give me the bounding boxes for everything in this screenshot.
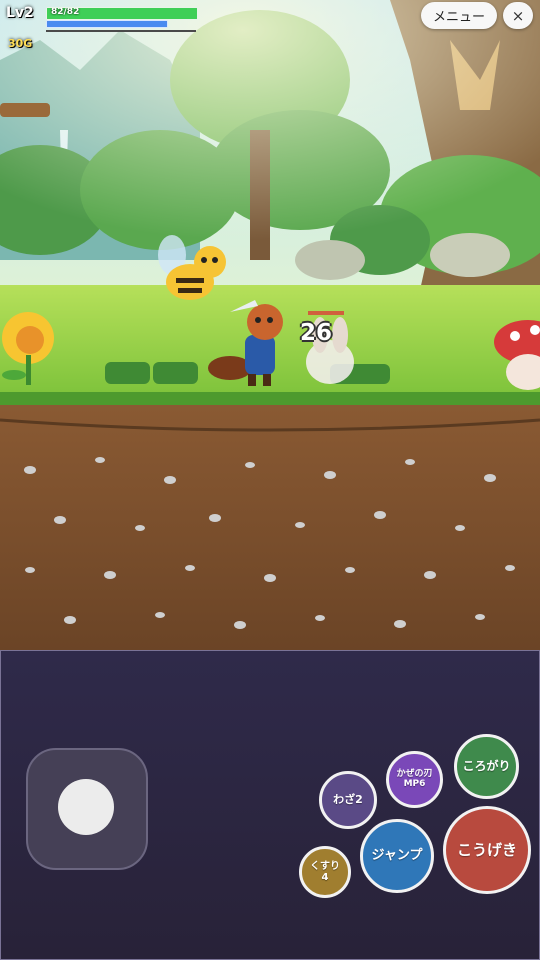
jump-button[interactable]: ジャンプ	[360, 819, 434, 893]
red-panda-player	[208, 300, 283, 386]
mushroom-enemy	[494, 320, 540, 390]
attack-label: こうげき	[456, 840, 517, 859]
mp-bar-fill	[47, 21, 167, 27]
damage-number: 26	[300, 320, 333, 346]
potion-label: くすり	[310, 861, 340, 872]
roll-button[interactable]: ころがり	[454, 734, 519, 799]
skill2-label: わざ2	[333, 792, 363, 806]
joystick-knob[interactable]	[58, 779, 114, 835]
gold-counter: 30G	[8, 37, 33, 50]
wind-blade-button[interactable]: かぜの刃 MP6	[386, 751, 443, 808]
potion-count: 4	[321, 872, 329, 883]
wind-blade-cost: MP6	[403, 778, 426, 789]
bee-enemy	[158, 235, 226, 300]
roll-label: ころがり	[462, 758, 511, 773]
attack-button[interactable]: こうげき	[443, 806, 531, 894]
potion-button[interactable]: くすり 4	[299, 846, 351, 898]
skill2-button[interactable]: わざ2	[319, 771, 377, 829]
hp-bar: 82/82	[46, 7, 198, 20]
mp-bar	[46, 20, 168, 28]
characters-layer	[2, 235, 540, 390]
level-label: Lv2	[6, 5, 34, 21]
sunflower-enemy	[2, 312, 54, 385]
menu-button[interactable]: メニュー	[421, 2, 497, 29]
control-panel: わざ2 かぜの刃 MP6 ころがり くすり 4 ジャンプ こうげき	[0, 650, 540, 960]
jump-label: ジャンプ	[371, 847, 423, 863]
hp-text: 82/82	[51, 7, 80, 17]
game-scene: 26	[0, 0, 540, 650]
close-button[interactable]: ×	[503, 2, 533, 29]
xp-bar	[46, 30, 196, 32]
